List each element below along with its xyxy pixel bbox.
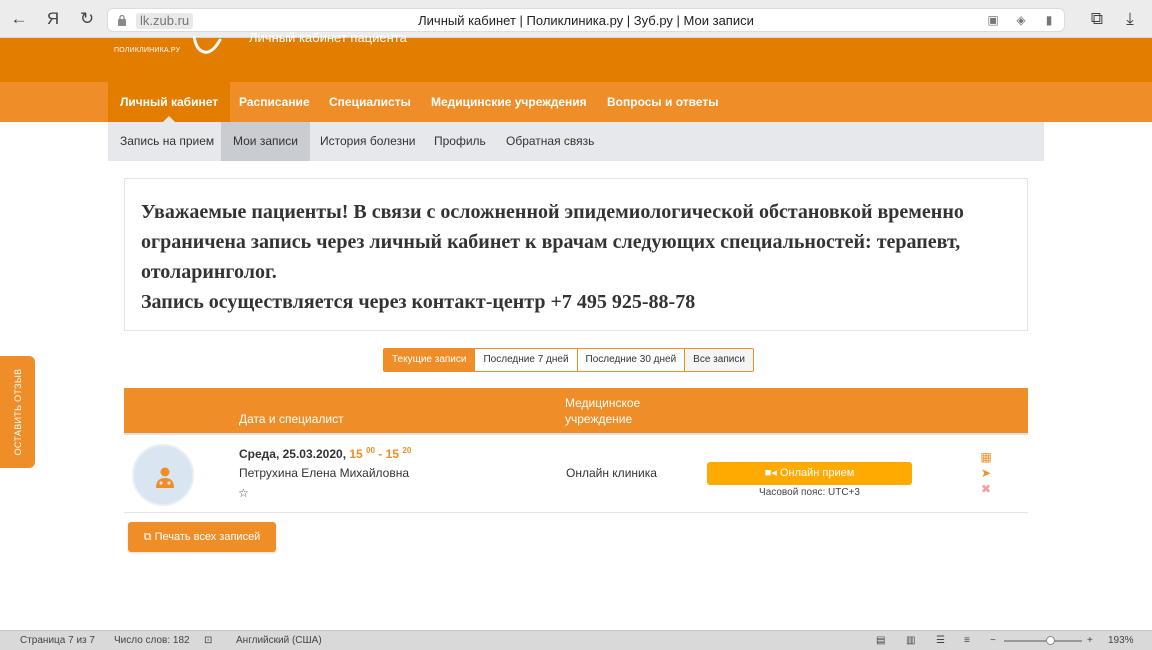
document-status-bar: Страница 7 из 7 Число слов: 182 ⊡ Англий… bbox=[0, 630, 1152, 650]
spellcheck-icon[interactable]: ⊡ bbox=[204, 635, 212, 646]
send-icon[interactable]: ➤ bbox=[979, 465, 993, 481]
video-camera-icon: ■◂ bbox=[764, 467, 777, 479]
zoom-level: 193% bbox=[1108, 635, 1134, 646]
draft-icon[interactable]: ≡ bbox=[964, 635, 970, 646]
main-nav: Личный кабинет Расписание Специалисты Ме… bbox=[0, 82, 1152, 123]
translate-icon[interactable]: ▣ bbox=[986, 13, 1000, 27]
appointments-table-header: Дата и специалист Медицинское учреждение bbox=[124, 388, 1028, 435]
subnav-my-appointments[interactable]: Мои записи bbox=[221, 122, 310, 161]
notice-contact: Запись осуществляется через контакт-цент… bbox=[141, 291, 696, 313]
zoom-in-icon[interactable]: + bbox=[1087, 635, 1093, 646]
word-count: Число слов: 182 bbox=[114, 635, 190, 646]
row-actions: ▦ ➤ ✖ bbox=[979, 449, 993, 497]
nav-personal-cabinet[interactable]: Личный кабинет bbox=[108, 82, 231, 123]
subnav-book-appointment[interactable]: Запись на прием bbox=[108, 122, 226, 161]
cabinet-title: Личный кабинет пациента bbox=[249, 30, 407, 45]
feedback-label: ОСТАВИТЬ ОТЗЫВ bbox=[12, 368, 23, 456]
clinic-name: Онлайн клиника bbox=[566, 466, 657, 480]
filter-all[interactable]: Все записи bbox=[684, 349, 753, 371]
appointment-datetime: Среда, 25.03.2020, 15 00 - 15 20 bbox=[239, 446, 411, 461]
doctor-name: Петрухина Елена Михайловна bbox=[239, 466, 410, 480]
zoom-slider-handle[interactable] bbox=[1046, 636, 1055, 645]
nav-schedule[interactable]: Расписание bbox=[227, 82, 322, 122]
online-appointment-button[interactable]: ■◂ Онлайн прием bbox=[707, 462, 912, 485]
address-bar[interactable]: lk.zub.ru Личный кабинет | Поликлиника.р… bbox=[107, 8, 1065, 32]
nav-faq[interactable]: Вопросы и ответы bbox=[595, 82, 730, 122]
sub-nav: Запись на прием Мои записи История болез… bbox=[108, 122, 1044, 161]
column-clinic-line1: Медицинское bbox=[565, 396, 641, 410]
doctor-avatar bbox=[132, 444, 194, 506]
tooth-logo-icon bbox=[192, 36, 222, 54]
delete-icon[interactable]: ✖ bbox=[979, 481, 993, 497]
page-counter: Страница 7 из 7 bbox=[20, 635, 95, 646]
browser-toolbar: ← Я ↻ lk.zub.ru Личный кабинет | Поликли… bbox=[0, 0, 1152, 38]
subnav-medical-history[interactable]: История болезни bbox=[308, 122, 427, 161]
appointment-date: Среда, 25.03.2020, bbox=[239, 447, 347, 461]
site-logo[interactable]: ПОЛИКЛИНИКА.РУ bbox=[114, 47, 180, 54]
doctor-icon bbox=[156, 467, 174, 488]
print-icon[interactable]: ▦ bbox=[979, 449, 993, 465]
appointment-time: 15 00 - 15 20 bbox=[349, 446, 412, 461]
site-header: ПОЛИКЛИНИКА.РУ Личный кабинет пациента bbox=[0, 30, 1152, 82]
notice-text: Уважаемые пациенты! В связи с осложненно… bbox=[141, 201, 964, 283]
notice-box: Уважаемые пациенты! В связи с осложненно… bbox=[124, 178, 1028, 331]
outline-icon[interactable]: ☰ bbox=[936, 635, 945, 646]
zoom-slider[interactable] bbox=[1004, 640, 1082, 642]
nav-medical-institutions[interactable]: Медицинские учреждения bbox=[419, 82, 599, 122]
timezone-label: Часовой пояс: UTC+3 bbox=[759, 487, 860, 498]
feedback-tab[interactable]: ОСТАВИТЬ ОТЗЫВ bbox=[0, 356, 35, 468]
filter-current[interactable]: Текущие записи bbox=[384, 349, 475, 371]
back-icon[interactable]: ← bbox=[8, 8, 30, 30]
favorite-star-icon[interactable]: ☆ bbox=[238, 486, 249, 500]
download-icon[interactable]: ⤓ bbox=[1119, 8, 1141, 30]
print-all-button[interactable]: ⧉ Печать всех записей bbox=[128, 522, 276, 552]
column-date-specialist: Дата и специалист bbox=[239, 412, 344, 426]
nav-specialists[interactable]: Специалисты bbox=[317, 82, 423, 122]
reload-icon[interactable]: ↻ bbox=[76, 8, 98, 30]
yandex-icon[interactable]: Я bbox=[42, 8, 64, 30]
page-tab-title: Личный кабинет | Поликлиника.ру | Зуб.ру… bbox=[418, 13, 754, 28]
appointment-filter: Текущие записи Последние 7 дней Последни… bbox=[383, 348, 754, 372]
table-row: Среда, 25.03.2020, 15 00 - 15 20 Петрухи… bbox=[124, 437, 1028, 513]
web-layout-icon[interactable]: ▥ bbox=[906, 635, 915, 646]
copy-icon: ⧉ bbox=[143, 531, 152, 543]
zoom-out-icon[interactable]: − bbox=[990, 635, 996, 646]
subnav-profile[interactable]: Профиль bbox=[422, 122, 498, 161]
protect-icon[interactable]: ◈ bbox=[1014, 13, 1028, 27]
bookmark-icon[interactable]: ▮ bbox=[1042, 13, 1056, 27]
subnav-feedback[interactable]: Обратная связь bbox=[494, 122, 606, 161]
language-indicator[interactable]: Английский (США) bbox=[236, 635, 322, 646]
column-clinic-line2: учреждение bbox=[565, 412, 633, 426]
filter-last-30-days[interactable]: Последние 30 дней bbox=[576, 349, 685, 371]
print-layout-icon[interactable]: ▤ bbox=[876, 635, 885, 646]
filter-last-7-days[interactable]: Последние 7 дней bbox=[474, 349, 577, 371]
extensions-icon[interactable]: ⧉ bbox=[1086, 8, 1108, 30]
